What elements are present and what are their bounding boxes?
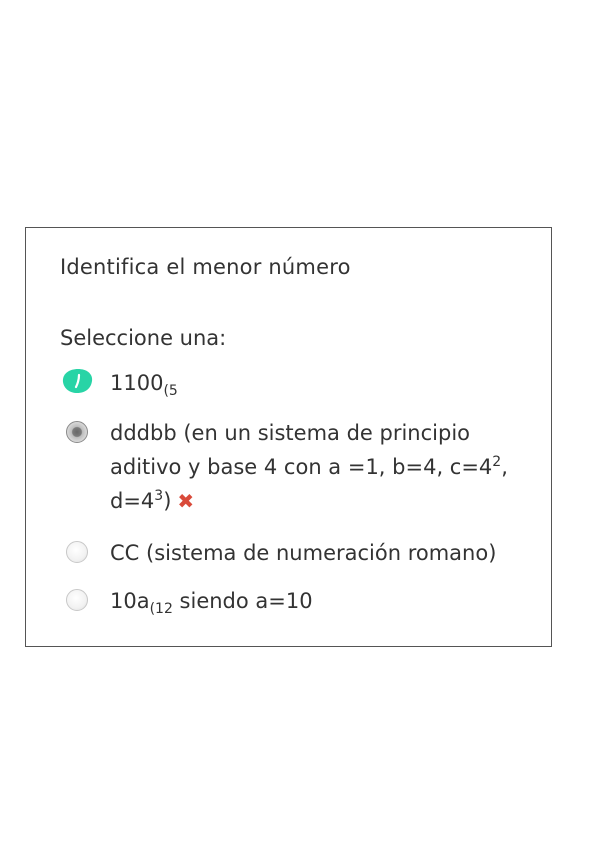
radio-selected-icon[interactable] [66,421,88,443]
question-card: Identifica el menor número Seleccione un… [25,227,552,647]
option-4-rest: siendo a=10 [172,589,313,613]
option-1-base: (5 [163,383,178,400]
option-2-line-2: aditivo y base 4 con a =1, b=4, c=4 [110,455,493,479]
answer-option-2-label[interactable]: dddbb (en un sistema de principio aditiv… [110,416,530,518]
radio-unselected-icon[interactable] [66,589,88,611]
option-2-line-1: dddbb (en un sistema de principio [110,421,471,445]
answer-option-4-label[interactable]: 10a(12 siendo a=10 [110,584,313,618]
highlighter-mark-icon [62,369,93,393]
option-2-paren: ) [163,489,172,513]
incorrect-x-icon: ✖ [177,489,195,513]
option-4-base: (12 [149,601,173,618]
option-2-comma: , [501,455,508,479]
radio-unselected-icon[interactable] [66,541,88,563]
option-2-line-3: d=4 [110,489,155,513]
option-2-exponent-3: 3 [154,488,164,504]
option-1-number: 1100 [110,371,164,395]
option-4-number: 10a [110,589,150,613]
option-2-exponent-2: 2 [492,454,502,470]
answer-option-3-label[interactable]: CC (sistema de numeración romano) [110,536,496,570]
select-one-prompt: Seleccione una: [60,326,227,350]
answer-option-1-label[interactable]: 1100(5 [110,366,178,400]
question-text: Identifica el menor número [60,255,351,279]
